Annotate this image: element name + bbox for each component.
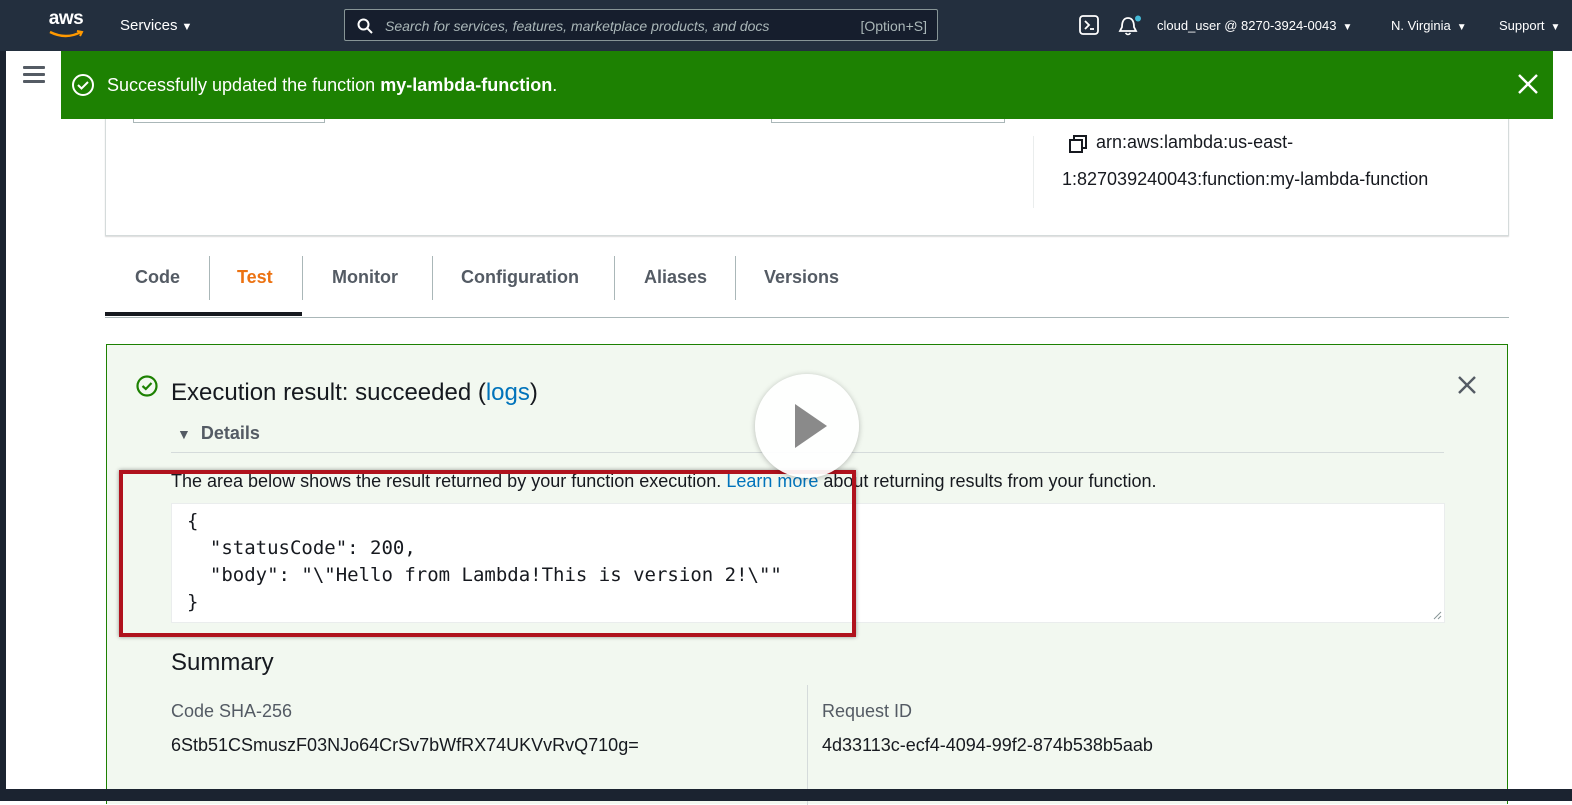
top-navigation-bar: aws Services ▼ Search for services, featu… [0, 0, 1572, 51]
function-arn-line-2: 1:827039240043:function:my-lambda-functi… [1062, 169, 1429, 189]
tab-versions[interactable]: Versions [764, 267, 839, 288]
close-icon[interactable] [1457, 375, 1477, 395]
result-title-suffix: ) [529, 379, 538, 406]
menu-icon[interactable] [23, 66, 45, 86]
function-overview-panel: arn:aws:lambda:us-east- 1:827039240043:f… [105, 100, 1509, 236]
request-id-label: Request ID [822, 701, 913, 721]
red-highlight-box [119, 470, 856, 637]
tab-code[interactable]: Code [135, 267, 180, 288]
tab-separator [735, 256, 736, 300]
services-menu[interactable]: Services ▼ [120, 17, 192, 34]
notifications-bell-icon[interactable] [1118, 15, 1144, 37]
account-menu[interactable]: cloud_user @ 8270-3924-0043 ▼ [1157, 18, 1352, 33]
caret-down-icon: ▼ [177, 426, 191, 442]
left-edge-strip [0, 0, 6, 801]
tab-configuration[interactable]: Configuration [461, 267, 579, 288]
flash-message: Successfully updated the function my-lam… [107, 75, 557, 96]
details-expander[interactable]: ▼ Details [177, 423, 260, 444]
execution-result-title: Execution result: succeeded (logs) [171, 379, 538, 407]
close-icon[interactable] [1515, 71, 1541, 97]
tab-separator [209, 256, 210, 300]
flash-message-prefix: Successfully updated the function [107, 75, 381, 95]
aws-logo-text: aws [48, 8, 84, 29]
function-arn-line-1: arn:aws:lambda:us-east- [1096, 132, 1294, 152]
search-placeholder: Search for services, features, marketpla… [385, 18, 770, 34]
request-id-value: 4d33113c-ecf4-4094-99f2-874b538b5aab [822, 735, 1153, 755]
column-divider [807, 685, 808, 805]
cloudshell-icon[interactable] [1079, 15, 1099, 35]
video-play-button[interactable] [755, 374, 859, 478]
support-label: Support [1499, 18, 1545, 33]
caret-down-icon: ▼ [181, 21, 193, 33]
result-title-prefix: Execution result: succeeded ( [171, 379, 486, 406]
account-label: cloud_user @ 8270-3924-0043 [1157, 18, 1337, 33]
play-icon [795, 404, 827, 448]
code-sha-label: Code SHA-256 [171, 701, 293, 721]
caret-down-icon: ▼ [1456, 22, 1467, 33]
details-label: Details [200, 423, 260, 443]
search-shortcut-hint: [Option+S] [860, 18, 927, 34]
caret-down-icon: ▼ [1550, 22, 1561, 33]
success-flash-banner: Successfully updated the function my-lam… [61, 51, 1553, 119]
check-circle-icon [72, 74, 94, 96]
tab-separator [302, 256, 303, 300]
aws-smile-icon [49, 30, 84, 38]
tab-aliases[interactable]: Aliases [644, 267, 707, 288]
result-description-after: about returning results from your functi… [818, 471, 1157, 491]
aws-logo[interactable]: aws [46, 8, 86, 42]
support-menu[interactable]: Support ▼ [1499, 18, 1560, 33]
code-sha-value: 6Stb51CSmuszF03NJo64CrSv7bWfRX74UKVvRvQ7… [171, 735, 639, 755]
success-check-icon [136, 375, 158, 397]
column-divider [1033, 136, 1034, 208]
logs-link[interactable]: logs [486, 379, 530, 406]
bottom-edge-strip [0, 789, 1572, 801]
search-icon [357, 18, 373, 34]
search-input[interactable]: Search for services, features, marketpla… [344, 9, 938, 41]
function-tabs: Code Test Monitor Configuration Aliases … [105, 256, 1509, 318]
tab-separator [432, 256, 433, 300]
region-label: N. Virginia [1391, 18, 1451, 33]
flash-function-name: my-lambda-function [380, 75, 553, 95]
copy-icon[interactable] [1068, 134, 1088, 154]
caret-down-icon: ▼ [1342, 22, 1353, 33]
region-selector[interactable]: N. Virginia ▼ [1391, 18, 1467, 33]
tab-monitor[interactable]: Monitor [332, 267, 398, 288]
tab-separator [614, 256, 615, 300]
tab-test[interactable]: Test [237, 267, 273, 288]
summary-heading: Summary [171, 649, 274, 676]
active-tab-indicator [105, 312, 302, 316]
resize-handle-icon[interactable] [1432, 610, 1442, 620]
services-label: Services [120, 17, 178, 34]
flash-message-suffix: . [552, 75, 558, 95]
